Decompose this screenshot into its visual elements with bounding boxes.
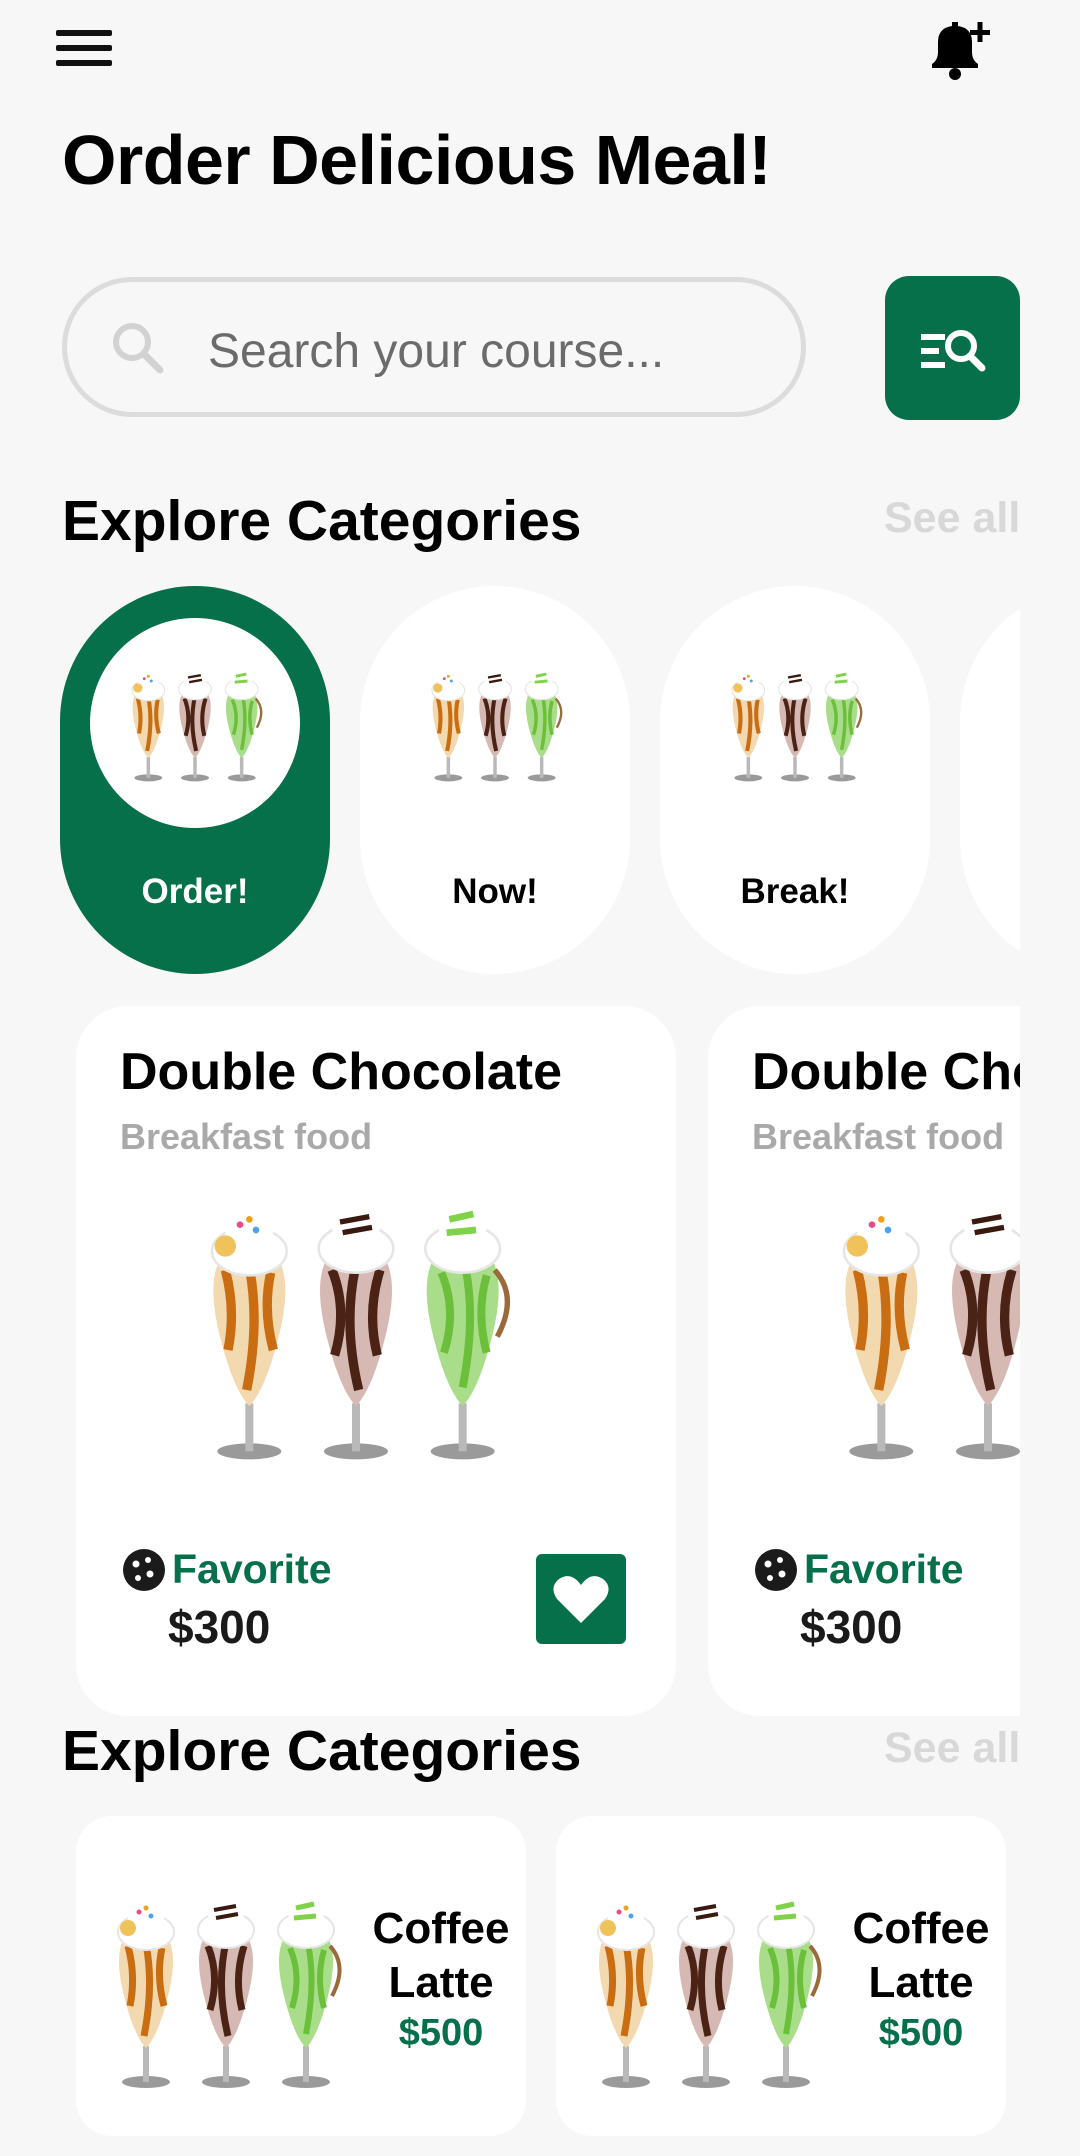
category-label: Order! xyxy=(141,872,249,911)
favorite-button[interactable] xyxy=(536,1554,626,1644)
favorite-label: Favorite xyxy=(804,1546,964,1592)
category-label: Break! xyxy=(740,872,850,911)
food-card[interactable]: Double Chocolate Breakfast food Favorite… xyxy=(708,1006,1020,1716)
category-pill-break[interactable]: Break! xyxy=(660,586,930,974)
item-card[interactable]: Coffee Latte $500 xyxy=(556,1816,1006,2136)
category-image xyxy=(90,618,300,828)
categories-title: Explore Categories xyxy=(62,489,582,553)
item-image xyxy=(106,1886,346,2090)
see-all-link[interactable]: See all xyxy=(884,494,1020,543)
food-price: $300 xyxy=(800,1601,903,1653)
food-image xyxy=(196,1176,516,1476)
item-price: $500 xyxy=(398,2012,484,2054)
item-image xyxy=(586,1886,826,2090)
page-title: Order Delicious Meal! xyxy=(62,121,772,199)
search-input[interactable] xyxy=(206,320,770,382)
bottom-see-all-link[interactable]: See all xyxy=(884,1724,1020,1773)
heart-icon xyxy=(553,1576,609,1623)
food-title: Double Chocolate xyxy=(752,1043,1020,1101)
hamburger-menu-icon xyxy=(56,30,112,36)
category-image xyxy=(390,618,600,828)
bottom-categories-title: Explore Categories xyxy=(62,1719,582,1783)
favorite-label: Favorite xyxy=(172,1546,332,1592)
category-image xyxy=(690,618,900,828)
search-icon xyxy=(113,323,164,374)
category-label: Now! xyxy=(452,872,538,911)
category-pill-order[interactable]: Order! xyxy=(60,586,330,974)
food-image xyxy=(828,1176,1020,1476)
hamburger-line xyxy=(56,60,112,66)
item-card[interactable]: Coffee Latte $500 xyxy=(76,1816,526,2136)
food-price: $300 xyxy=(168,1601,271,1653)
bell-plus-icon xyxy=(932,22,990,80)
filter-search-icon xyxy=(921,330,986,372)
food-card[interactable]: Double Chocolate Breakfast food Favorite… xyxy=(76,1006,676,1716)
hamburger-line xyxy=(56,45,112,51)
food-title: Double Chocolate xyxy=(120,1043,563,1101)
notification-button[interactable] xyxy=(922,18,994,82)
menu-button[interactable] xyxy=(56,28,112,68)
item-price: $500 xyxy=(878,2012,964,2054)
item-name: Coffee Latte xyxy=(372,1904,510,2007)
filter-search-button[interactable] xyxy=(885,276,1020,420)
cookie-icon xyxy=(755,1549,797,1591)
food-subtitle: Breakfast food xyxy=(752,1116,1005,1157)
category-pill-more[interactable] xyxy=(960,586,1020,974)
category-pill-now[interactable]: Now! xyxy=(360,586,630,974)
item-name: Coffee Latte xyxy=(852,1904,990,2007)
cookie-icon xyxy=(123,1549,165,1591)
food-subtitle: Breakfast food xyxy=(120,1116,373,1157)
